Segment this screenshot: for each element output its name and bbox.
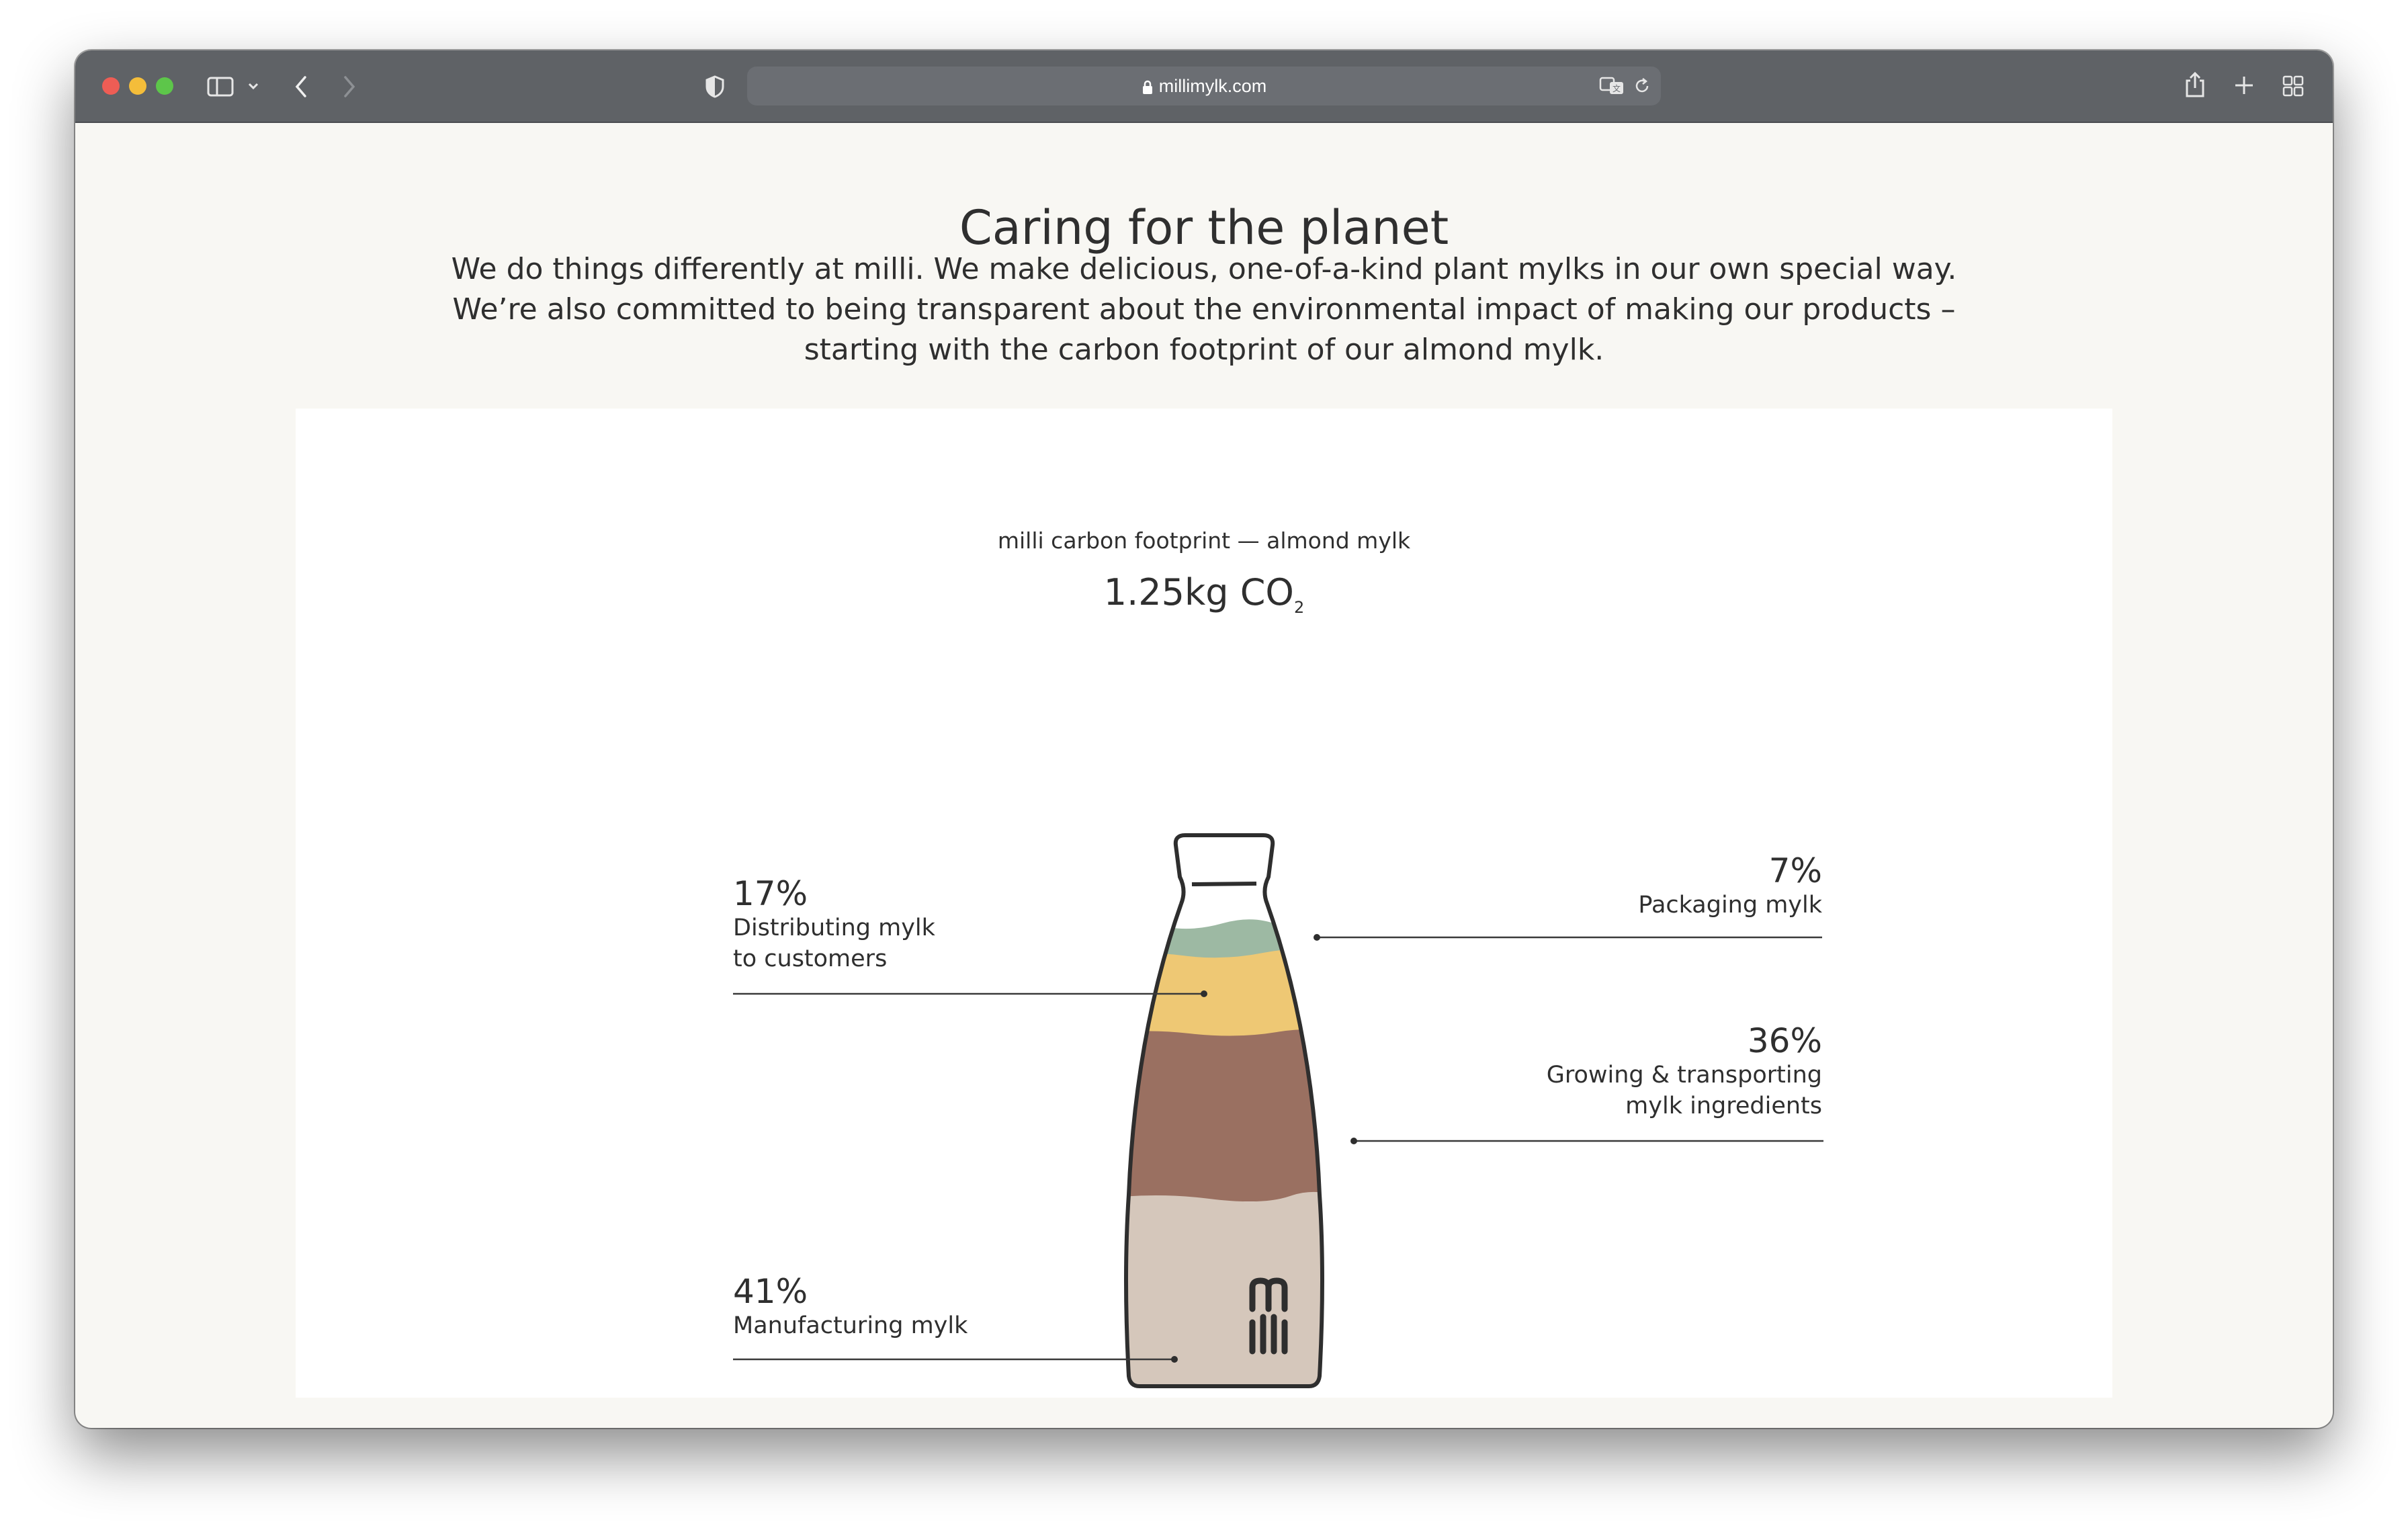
tab-overview-icon[interactable] [2282,75,2305,97]
page-title: Caring for the planet [959,200,1449,255]
browser-window: millimylk.com 文 Caring for the planet We… [75,50,2333,1428]
translate-icon[interactable]: 文 [1599,76,1626,96]
label-packaging: 7% Packaging mylk [1638,852,1822,921]
label-growing: 36% Growing & transporting mylk ingredie… [1547,1022,1822,1121]
label-growing-desc: Growing & transporting [1546,1062,1822,1089]
label-distributing-desc: to customers [733,945,888,972]
browser-toolbar: millimylk.com 文 [75,50,2333,123]
reload-icon[interactable] [1633,77,1651,95]
label-distributing: 17% Distributing mylk to customers [733,875,935,974]
label-packaging-percent: 7% [1768,851,1822,890]
leader-dot-packaging [1314,934,1320,941]
url-display: millimylk.com [747,67,1661,105]
back-arrow-icon[interactable] [292,75,310,99]
minimize-window-button[interactable] [129,77,146,95]
layer-packaging [1126,919,1322,960]
intro-line: We’re also committed to being transparen… [452,292,1956,327]
carbon-footprint-card: milli carbon footprint — almond mylk 1.2… [296,409,2112,1398]
new-tab-icon[interactable] [2233,75,2255,96]
privacy-shield-icon[interactable] [704,75,726,99]
sidebar-icon[interactable] [207,76,234,97]
leader-dot-manufacturing [1171,1356,1178,1363]
bottle-layers [1126,919,1322,1386]
layer-manufacturing [1126,1191,1322,1386]
zoom-window-button[interactable] [156,77,173,95]
svg-text:文: 文 [1612,83,1621,93]
share-icon[interactable] [2184,71,2206,99]
address-bar[interactable]: millimylk.com 文 [747,67,1661,105]
close-window-button[interactable] [102,77,120,95]
intro-line: We do things differently at milli. We ma… [451,252,1957,286]
intro-paragraph: We do things differently at milli. We ma… [384,249,2024,370]
label-manufacturing-percent: 41% [733,1272,808,1311]
label-manufacturing-desc: Manufacturing mylk [733,1312,968,1339]
label-growing-percent: 36% [1747,1021,1822,1060]
leader-dot-distributing [1201,990,1207,997]
label-distributing-desc: Distributing mylk [733,915,935,941]
leader-dot-growing [1350,1138,1357,1144]
chevron-down-icon[interactable] [247,81,259,91]
intro-line: starting with the carbon footprint of ou… [804,333,1604,367]
forward-arrow-icon[interactable] [341,75,358,99]
bottle-chart [733,833,1823,1388]
label-distributing-percent: 17% [733,874,808,913]
label-packaging-desc: Packaging mylk [1638,892,1822,919]
page-content: Caring for the planet We do things diffe… [75,123,2333,1428]
lock-icon [1142,80,1152,94]
url-text: millimylk.com [1158,76,1267,96]
label-growing-desc: mylk ingredients [1625,1093,1822,1119]
label-manufacturing: 41% Manufacturing mylk [733,1273,968,1341]
